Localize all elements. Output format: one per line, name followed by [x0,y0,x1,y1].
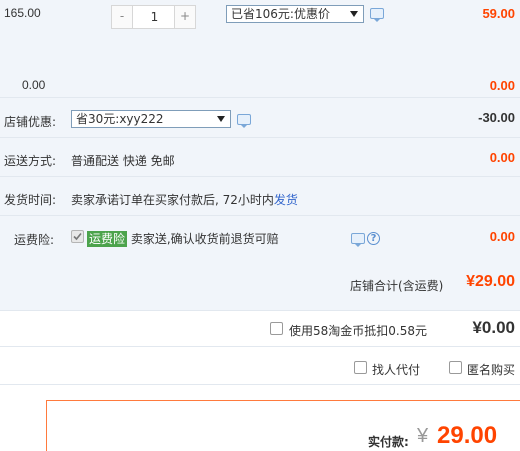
delivery-time-label: 发货时间: [4,193,57,207]
insurance-checkbox[interactable] [71,230,84,243]
chat-icon[interactable] [237,114,251,128]
item-subtotal: 59.00 [482,6,515,21]
shipping-amount: 0.00 [489,150,515,165]
decrease-button[interactable]: - [112,6,133,28]
increase-button[interactable]: + [174,6,195,28]
coins-checkbox[interactable] [270,322,283,335]
delivery-time-description: 卖家承诺订单在买家付款后, 72小时内 [71,193,274,207]
chat-icon[interactable] [370,8,384,22]
quantity-input[interactable]: 1 [134,6,175,28]
shop-discount-amount: -30.00 [478,110,515,125]
unit-price: 165.00 [4,6,41,20]
shipping-method: 普通配送 快递 免邮 [71,154,175,168]
quantity-stepper[interactable]: - 1 + [111,5,196,29]
divider [0,346,520,347]
insurance-label: 运费险: [14,233,55,247]
shop-discount-label: 店铺优惠: [4,115,57,129]
insurance-description: 卖家送,确认收货前退货可赔 [130,232,279,246]
shop-total-amount: ¥29.00 [466,273,515,290]
promo-select[interactable]: 已省106元:优惠价 [226,5,364,23]
item-discount-total: 0.00 [489,78,515,93]
promo-select-value: 已省106元:优惠价 [231,7,330,21]
coins-amount: ¥0.00 [472,318,515,337]
divider [0,97,520,98]
chevron-down-icon [217,116,225,122]
payment-amount: 29.00 [437,422,498,449]
divider [0,384,520,385]
divider [0,310,520,311]
divider [0,137,520,138]
shop-discount-select-value: 省30元:xyy222 [76,112,164,126]
proxy-pay-checkbox[interactable] [354,361,367,374]
insurance-tag: 运费险 [87,231,128,247]
chevron-down-icon [350,11,358,17]
check-icon [73,232,82,241]
coins-label: 使用58淘金币抵扣0.58元 [289,324,427,338]
shop-discount-select[interactable]: 省30元:xyy222 [71,110,231,128]
delivery-time-text: 卖家承诺订单在买家付款后, 72小时内发货 [71,191,298,208]
help-icon[interactable]: ? [367,232,380,245]
divider [0,215,520,216]
payment-currency: ¥ [417,425,429,447]
item-discount: 0.00 [22,78,46,92]
insurance-amount: 0.00 [489,229,515,244]
insurance-text: 运费险 卖家送,确认收货前退货可赔 [87,230,279,247]
delivery-link[interactable]: 发货 [274,193,298,207]
proxy-pay-label[interactable]: 找人代付 [372,361,420,378]
shipping-label: 运送方式: [4,154,57,168]
anonymous-checkbox[interactable] [449,361,462,374]
shop-total-label: 店铺合计(含运费) [350,279,444,293]
anonymous-label[interactable]: 匿名购买 [467,361,515,378]
payment-label: 实付款: [368,435,409,449]
chat-icon[interactable] [351,233,365,247]
divider [0,176,520,177]
